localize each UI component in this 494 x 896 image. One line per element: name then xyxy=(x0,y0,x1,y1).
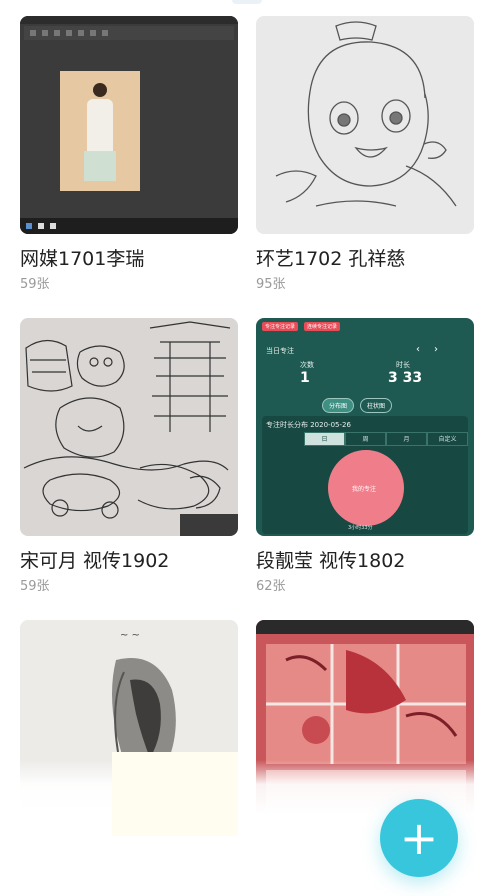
tab-month: 月 xyxy=(386,432,427,446)
date-nav-arrows: ‹› xyxy=(416,344,452,355)
chart-toggle: 分布图 柱状图 xyxy=(322,398,393,413)
album-thumbnail[interactable] xyxy=(256,16,474,234)
sketch-image xyxy=(23,321,238,536)
album-title: 环艺1702 孔祥慈 xyxy=(256,248,406,270)
album-thumbnail[interactable] xyxy=(20,318,238,536)
today-label: 当日专注 xyxy=(266,347,294,355)
tab-day: 日 xyxy=(304,432,345,446)
pie-label: 我的专注 xyxy=(352,486,377,493)
add-button[interactable]: + xyxy=(380,799,458,877)
album-title: 宋可月 视传1902 xyxy=(20,550,170,572)
duration-label: 时长 xyxy=(396,361,410,369)
album-card[interactable]: 专注专注记录 连续专注记录 当日专注 ‹› 次数 1 时长 3 33 分布图 柱… xyxy=(256,318,474,594)
record-badge: 连续专注记录 xyxy=(304,322,341,331)
album-thumbnail[interactable]: 专注专注记录 连续专注记录 当日专注 ‹› 次数 1 时长 3 33 分布图 柱… xyxy=(256,318,474,536)
editor-toolbar xyxy=(24,26,234,40)
record-badge: 专注专注记录 xyxy=(262,322,299,331)
album-count: 59张 xyxy=(20,277,50,292)
album-card[interactable]: 网媒1701李瑞 59张 xyxy=(20,16,238,292)
pill-distribution: 分布图 xyxy=(322,398,355,413)
tab-week: 周 xyxy=(345,432,386,446)
svg-text:~ ~: ~ ~ xyxy=(120,630,140,641)
album-thumbnail[interactable] xyxy=(20,16,238,234)
line-drawing-image xyxy=(275,21,457,207)
album-card[interactable]: 环艺1702 孔祥慈 95张 xyxy=(256,16,474,292)
distribution-label: 专注时长分布 2020-05-26 xyxy=(266,421,351,429)
album-card[interactable]: 宋可月 视传1902 59张 xyxy=(20,318,238,594)
plus-icon: + xyxy=(399,811,439,865)
bottom-fade-overlay xyxy=(112,752,238,836)
total-label: 3小时33分 xyxy=(348,525,373,531)
duration-value: 3 33 xyxy=(388,370,423,386)
album-title: 段靓莹 视传1802 xyxy=(256,550,406,572)
top-handle xyxy=(232,0,262,4)
times-value: 1 xyxy=(300,370,310,386)
pill-bar: 柱状图 xyxy=(360,398,393,413)
album-count: 95张 xyxy=(256,277,286,292)
range-tabs: 日 周 月 自定义 xyxy=(304,432,468,446)
editor-menubar xyxy=(20,16,238,24)
tab-custom: 自定义 xyxy=(427,432,468,446)
taskbar xyxy=(20,218,238,234)
painting-canvas xyxy=(60,71,140,191)
album-count: 62张 xyxy=(256,579,286,594)
album-count: 59张 xyxy=(20,579,50,594)
times-label: 次数 xyxy=(300,361,314,369)
album-title: 网媒1701李瑞 xyxy=(20,248,145,270)
badge-row: 专注专注记录 连续专注记录 xyxy=(262,322,341,331)
